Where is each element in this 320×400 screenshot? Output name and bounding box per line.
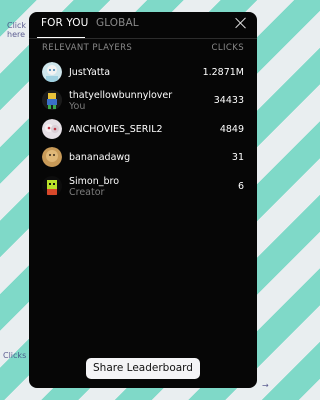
avatar-icon <box>42 119 62 139</box>
tab-bar: FOR YOU GLOBAL <box>29 12 257 39</box>
player-subtitle: You <box>69 101 86 112</box>
leaderboard-row[interactable]: ANCHOVIES_SERIL2 4849 <box>42 119 244 139</box>
avatar-icon <box>42 62 62 82</box>
player-name: Simon_bro <box>69 176 120 187</box>
leaderboard-row[interactable]: JustYatta 1.2871M <box>42 62 244 82</box>
background-scribble: Click here <box>7 21 27 39</box>
relevant-players-heading: RELEVANT PLAYERS <box>42 43 133 53</box>
leaderboard-row[interactable]: Simon_bro Creator 6 <box>42 176 244 198</box>
avatar-icon <box>42 90 62 110</box>
avatar-icon <box>42 147 62 167</box>
share-leaderboard-button[interactable]: Share Leaderboard <box>86 358 200 379</box>
player-clicks: 34433 <box>213 95 244 106</box>
clicks-heading: CLICKS <box>211 43 244 53</box>
player-subtitle: Creator <box>69 187 105 198</box>
player-clicks: 31 <box>231 152 244 163</box>
player-clicks: 1.2871M <box>202 67 244 78</box>
player-name: JustYatta <box>69 67 111 78</box>
tab-global[interactable]: GLOBAL <box>96 17 139 29</box>
close-icon[interactable] <box>235 17 247 29</box>
player-name: ANCHOVIES_SERIL2 <box>69 124 163 135</box>
avatar-icon <box>42 176 62 196</box>
leaderboard-row[interactable]: bananadawg 31 <box>42 147 244 167</box>
tab-divider <box>29 38 257 39</box>
player-clicks: 6 <box>237 181 244 192</box>
background-scribble: Clicks <box>3 351 27 360</box>
player-name: thatyellowbunnylover <box>69 90 173 101</box>
player-name: bananadawg <box>69 152 131 163</box>
tab-for-you[interactable]: FOR YOU <box>41 17 88 29</box>
player-clicks: 4849 <box>219 124 244 135</box>
leaderboard-row[interactable]: thatyellowbunnylover You 34433 <box>42 90 244 112</box>
list-header: RELEVANT PLAYERS CLICKS <box>42 43 244 53</box>
leaderboard-panel: FOR YOU GLOBAL RELEVANT PLAYERS CLICKS J… <box>29 12 257 388</box>
background-scribble: → <box>262 381 269 390</box>
